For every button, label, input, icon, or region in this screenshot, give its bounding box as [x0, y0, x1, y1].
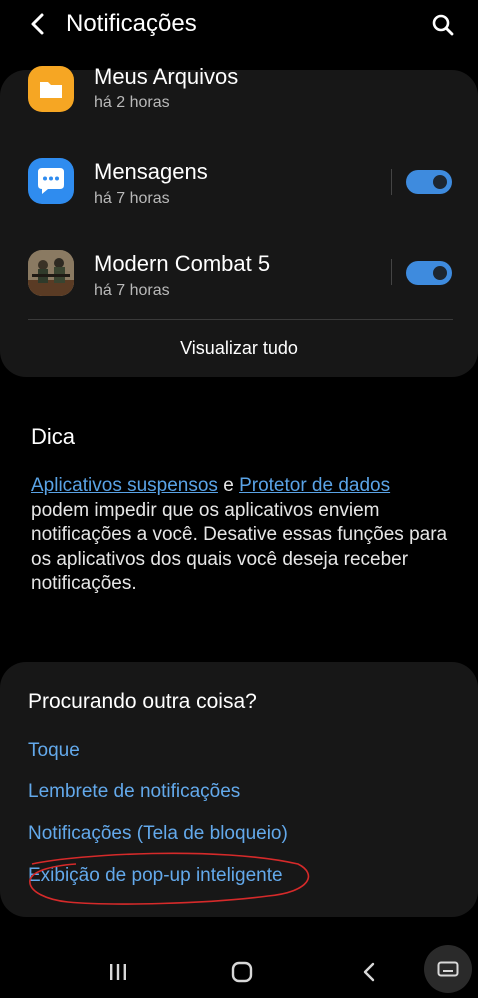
tip-text: Aplicativos suspensos e Protetor de dado…	[31, 475, 448, 594]
divider	[391, 169, 392, 195]
app-row-modern-combat[interactable]: Modern Combat 5 há 7 horas	[0, 242, 478, 322]
red-circle-annotation	[29, 852, 310, 905]
page-title: Notificações	[66, 10, 197, 37]
view-all-button[interactable]: Visualizar tudo	[0, 338, 478, 359]
keyboard-button[interactable]	[424, 945, 472, 993]
notification-toggle-modern-combat[interactable]	[406, 261, 452, 285]
card-title: Procurando outra coisa?	[28, 690, 257, 713]
chat-icon	[28, 158, 74, 204]
search-icon	[432, 14, 454, 36]
recent-apps-button[interactable]	[93, 945, 143, 998]
keyboard-icon	[437, 961, 459, 977]
home-icon	[231, 961, 253, 982]
app-name: Mensagens	[94, 159, 208, 184]
divider	[391, 259, 392, 285]
link-lembrete-notificacoes[interactable]: Lembrete de notificações	[28, 781, 240, 803]
home-button[interactable]	[217, 945, 267, 998]
suspended-apps-link[interactable]: Aplicativos suspensos	[31, 475, 218, 496]
back-arrow-icon	[31, 13, 44, 35]
link-toque[interactable]: Toque	[28, 740, 80, 762]
app-time: há 7 horas	[94, 190, 170, 207]
folder-icon	[28, 66, 74, 112]
app-bar: Notificações	[0, 0, 478, 52]
tip-heading: Dica	[31, 424, 76, 449]
app-name: Modern Combat 5	[94, 251, 271, 276]
back-icon	[363, 962, 375, 981]
system-nav-bar	[0, 945, 478, 998]
back-button[interactable]	[24, 10, 50, 38]
notification-toggle-mensagens[interactable]	[406, 170, 452, 194]
search-button[interactable]	[428, 10, 458, 40]
link-notificacoes-tela-bloqueio[interactable]: Notificações (Tela de bloqueio)	[28, 823, 288, 845]
nav-back-button[interactable]	[344, 945, 394, 998]
recents-icon	[110, 963, 126, 980]
data-saver-link[interactable]: Protetor de dados	[239, 475, 390, 496]
app-row-mensagens[interactable]: Mensagens há 7 horas	[0, 150, 478, 230]
recent-apps-card: Meus Arquivos há 2 horas Mensagens há 7 …	[0, 64, 478, 377]
app-time: há 2 horas	[94, 94, 170, 111]
app-name: Meus Arquivos	[94, 64, 239, 89]
app-time: há 7 horas	[94, 282, 170, 299]
app-row-meus-arquivos[interactable]: Meus Arquivos há 2 horas	[0, 64, 478, 146]
divider	[28, 319, 453, 320]
game-icon	[28, 250, 74, 296]
looking-for-card: Procurando outra coisa? Toque Lembrete d…	[0, 662, 478, 917]
